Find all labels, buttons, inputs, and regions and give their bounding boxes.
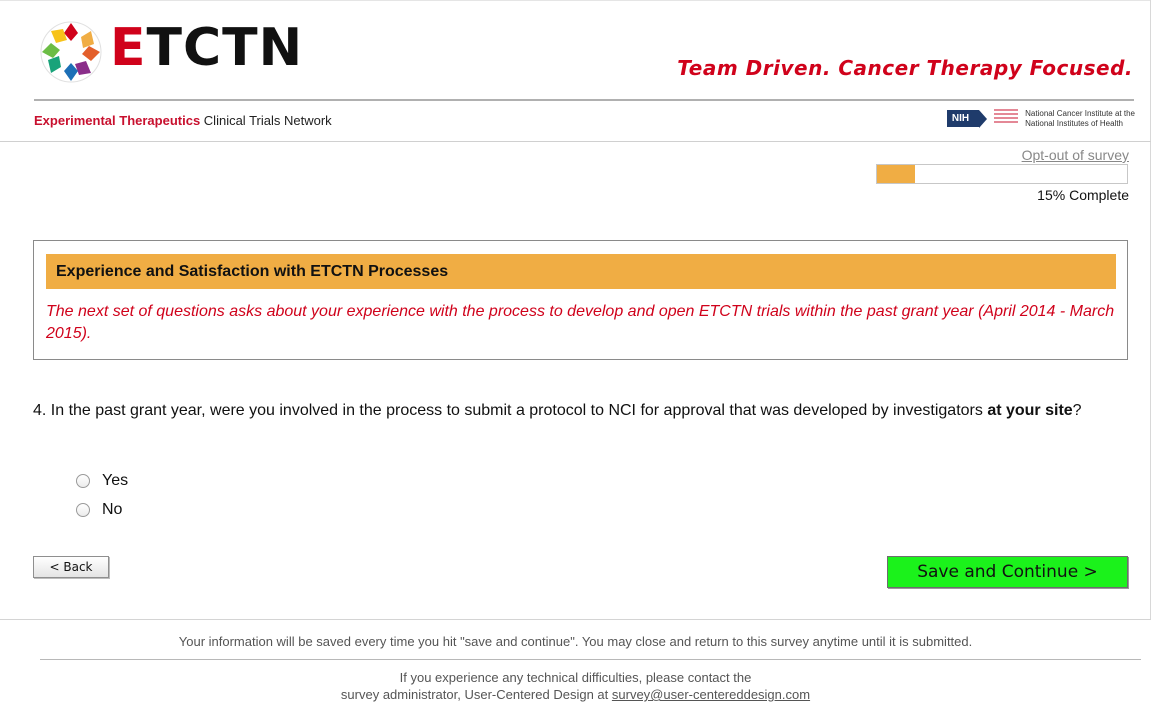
contact-line-2: survey administrator, User-Centered Desi… bbox=[0, 687, 1151, 702]
contact-line-2-text: survey administrator, User-Centered Desi… bbox=[340, 687, 609, 702]
nih-logo-icon: NIH bbox=[946, 110, 988, 128]
progress-bar-fill bbox=[877, 165, 915, 183]
radio-icon[interactable] bbox=[76, 474, 90, 488]
network-name-rest: Clinical Trials Network bbox=[203, 113, 332, 128]
contact-email-link[interactable]: survey@user-centereddesign.com bbox=[612, 687, 810, 702]
footer-divider-top bbox=[0, 619, 1151, 620]
nci-text: National Cancer Institute at the Nationa… bbox=[1025, 109, 1135, 129]
opt-out-link[interactable]: Opt-out of survey bbox=[1022, 147, 1129, 163]
progress-bar bbox=[876, 164, 1128, 184]
logo-wordmark: ETCTN bbox=[110, 18, 303, 78]
nih-nci-branding: NIH National Cancer Institute at the Nat… bbox=[946, 108, 1135, 129]
header-divider bbox=[34, 99, 1134, 101]
etctn-logo-icon bbox=[38, 19, 104, 85]
nci-text-line2: National Institutes of Health bbox=[1025, 118, 1123, 128]
section-divider bbox=[0, 141, 1151, 142]
section-title: Experience and Satisfaction with ETCTN P… bbox=[46, 254, 1116, 289]
option-yes-label: Yes bbox=[102, 472, 129, 489]
save-and-continue-button[interactable]: Save and Continue > bbox=[887, 556, 1128, 588]
question-number: 4. bbox=[33, 402, 47, 419]
logo-rest-letters: TCTN bbox=[146, 18, 304, 78]
footer-divider-bottom bbox=[40, 659, 1141, 660]
logo-first-letter: E bbox=[110, 18, 147, 78]
nci-text-line1: National Cancer Institute at the bbox=[1025, 108, 1135, 118]
tagline: Team Driven. Cancer Therapy Focused. bbox=[677, 56, 1133, 80]
etctn-logo: ETCTN bbox=[38, 14, 303, 90]
back-button[interactable]: < Back bbox=[33, 556, 109, 578]
question-text-end: ? bbox=[1072, 402, 1082, 419]
save-note: Your information will be saved every tim… bbox=[178, 634, 973, 649]
section-intro-box: Experience and Satisfaction with ETCTN P… bbox=[33, 240, 1128, 360]
option-yes[interactable]: Yes bbox=[76, 472, 128, 490]
question-text-main: In the past grant year, were you involve… bbox=[50, 402, 983, 419]
option-no[interactable]: No bbox=[76, 501, 122, 519]
progress-label: 15% Complete bbox=[1037, 187, 1129, 203]
radio-icon[interactable] bbox=[76, 503, 90, 517]
option-no-label: No bbox=[102, 501, 123, 518]
section-description: The next set of questions asks about you… bbox=[46, 303, 1115, 342]
question-text-emphasis: at your site bbox=[987, 402, 1073, 419]
network-name-bold: Experimental Therapeutics bbox=[34, 113, 201, 128]
top-border bbox=[0, 0, 1151, 1]
question-text: 4. In the past grant year, were you invo… bbox=[33, 400, 1128, 422]
contact-line-1: If you experience any technical difficul… bbox=[399, 670, 752, 685]
network-name: Experimental Therapeutics Clinical Trial… bbox=[34, 113, 332, 128]
nci-logo-icon bbox=[993, 108, 1019, 129]
